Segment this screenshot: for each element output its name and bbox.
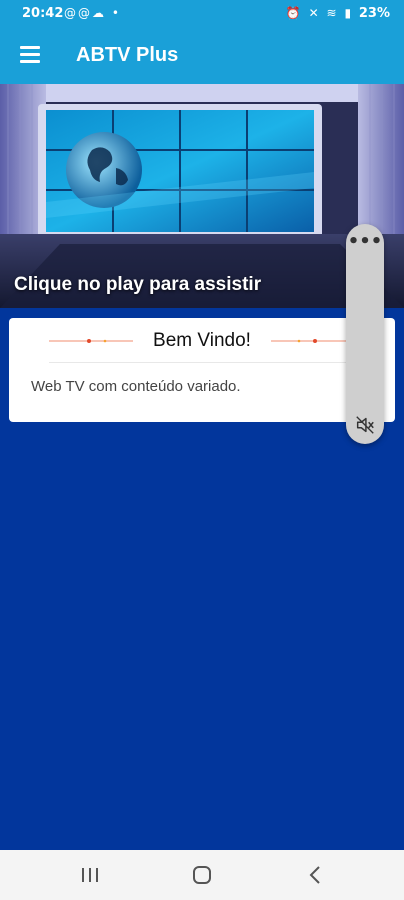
- floating-video-panel[interactable]: •••: [346, 224, 384, 444]
- app-title: ABTV Plus: [76, 44, 179, 66]
- at-notification-icon: @: [78, 6, 92, 20]
- back-icon[interactable]: [304, 864, 328, 886]
- status-bar: 20:42 @@☁ • ⏰ ✕ ≋ ▮ 23%: [0, 0, 404, 30]
- wifi-icon: ≋: [326, 6, 339, 20]
- recent-apps-icon[interactable]: [78, 864, 102, 886]
- system-nav-bar: [0, 850, 404, 900]
- signal-icon: ▮: [344, 6, 354, 20]
- card-separator: [49, 362, 355, 363]
- video-player[interactable]: Clique no play para assistir: [0, 84, 404, 308]
- mute-icon: ✕: [308, 6, 321, 20]
- welcome-text: Web TV com conteúdo variado.: [31, 378, 241, 395]
- dot-icon: •: [111, 6, 121, 20]
- status-right-icons: ⏰ ✕ ≋ ▮ 23%: [286, 6, 390, 21]
- home-icon[interactable]: [190, 864, 214, 886]
- volume-off-icon[interactable]: [354, 414, 376, 436]
- hamburger-menu-icon[interactable]: [20, 46, 40, 63]
- decorative-divider-right: [271, 339, 355, 343]
- play-caption: Clique no play para assistir: [14, 274, 262, 295]
- app-bar: ABTV Plus: [0, 30, 404, 84]
- more-horizontal-icon[interactable]: •••: [346, 232, 384, 252]
- status-time: 20:42: [22, 6, 64, 21]
- status-left-icons: @@☁ •: [64, 6, 121, 20]
- welcome-card: Bem Vindo! Web TV com conteúdo variado.: [9, 318, 395, 422]
- at-notification-icon: @: [64, 6, 78, 20]
- battery-level: 23%: [358, 6, 390, 21]
- alarm-icon: ⏰: [285, 6, 303, 20]
- cloud-icon: ☁: [92, 6, 106, 20]
